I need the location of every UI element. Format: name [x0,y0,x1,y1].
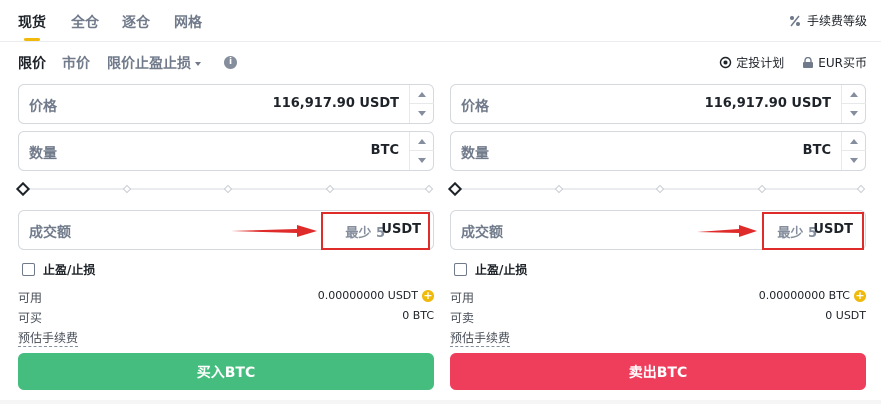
min-amount-text: 最少 5 [777,226,817,241]
tpsl-checkbox[interactable] [454,263,467,276]
order-type-stop-limit[interactable]: 限价止盈止损 [107,53,201,73]
buy-btc-button[interactable]: 买入BTC [18,353,434,390]
slider-node[interactable] [757,184,767,194]
increment-button[interactable] [410,132,434,151]
sell-quantity-input[interactable]: 数量 BTC [450,131,866,171]
buy-panel: 价格 116,917.90 USDT 数量 BTC 成交额 最少 5 USDT … [15,84,434,394]
chevron-down-icon [195,62,201,66]
gear-icon [720,56,732,69]
total-label: 成交额 [461,225,503,241]
quantity-stepper[interactable] [841,132,866,170]
available-label: 可用 [18,291,43,305]
dca-plan-label: 定投计划 [736,56,785,70]
eur-buy-label: EUR买币 [818,56,867,70]
sell-btc-button[interactable]: 卖出BTC [450,353,866,390]
quantity-unit: BTC [370,143,399,158]
sell-tpsl-option[interactable]: 止盈/止损 [454,261,527,278]
decrement-button[interactable] [410,151,434,170]
price-value: 116,917.90 USDT [272,96,399,111]
plus-icon[interactable]: + [854,289,866,302]
sell-amount-slider[interactable] [447,181,866,197]
top-tabs: 现货 全仓 逐仓 网格 手续费等级 [0,0,881,42]
quantity-stepper[interactable] [409,132,434,170]
chevron-down-icon [418,158,426,163]
tpsl-checkbox[interactable] [22,263,35,276]
fee-level-label: 手续费等级 [806,14,867,28]
price-stepper[interactable] [841,85,866,123]
estimated-fee-label[interactable]: 预估手续费 [450,329,511,347]
can-buy-label: 可买 [18,311,43,325]
quantity-label: 数量 [29,146,57,162]
chevron-up-icon [850,91,858,97]
buy-tpsl-option[interactable]: 止盈/止损 [22,261,95,278]
quantity-label: 数量 [461,146,489,162]
sell-total-input[interactable]: 成交额 最少 5 USDT [450,210,866,250]
chevron-up-icon [418,138,426,144]
bottom-divider [0,400,881,404]
available-value: 0.00000000 BTC [758,289,850,302]
slider-node[interactable] [655,184,665,194]
increment-button[interactable] [410,85,434,104]
total-unit: USDT [813,222,853,237]
quantity-unit: BTC [802,143,831,158]
increment-button[interactable] [842,132,866,151]
order-type-limit[interactable]: 限价 [18,53,46,73]
decrement-button[interactable] [842,104,866,123]
sell-price-input[interactable]: 价格 116,917.90 USDT [450,84,866,124]
chevron-down-icon [418,111,426,116]
eur-buy-link[interactable]: EUR买币 [802,54,867,71]
fee-level-link[interactable]: 手续费等级 [789,12,867,29]
slider-node[interactable] [122,184,132,194]
plus-icon[interactable]: + [422,289,434,302]
order-type-row: 限价 市价 限价止盈止损 i 定投计划 EUR买币 [0,52,881,74]
tab-grid[interactable]: 网格 [174,12,202,32]
slider-node[interactable] [325,184,335,194]
price-stepper[interactable] [409,85,434,123]
available-label: 可用 [450,291,475,305]
min-amount-text: 最少 5 [345,226,385,241]
lock-icon [803,56,814,68]
stop-limit-label: 限价止盈止损 [107,56,191,72]
slider-handle[interactable] [15,181,31,197]
tpsl-label: 止盈/止损 [475,263,528,277]
slider-node[interactable] [554,184,564,194]
sell-panel: 价格 116,917.90 USDT 数量 BTC 成交额 最少 5 USDT … [447,84,866,394]
tab-spot[interactable]: 现货 [18,12,46,32]
percent-icon [789,15,800,26]
price-label: 价格 [29,99,57,115]
price-label: 价格 [461,99,489,115]
tab-isolated[interactable]: 逐仓 [122,12,150,32]
dca-plan-link[interactable]: 定投计划 [719,54,784,71]
slider-node[interactable] [856,184,866,194]
annotation-arrow [697,225,757,237]
can-sell-value: 0 USDT [825,309,866,322]
slider-node[interactable] [424,184,434,194]
total-label: 成交额 [29,225,71,241]
chevron-down-icon [850,158,858,163]
buy-amount-slider[interactable] [15,181,434,197]
order-type-market[interactable]: 市价 [62,53,90,73]
buy-total-input[interactable]: 成交额 最少 5 USDT [18,210,434,250]
tpsl-label: 止盈/止损 [43,263,96,277]
annotation-arrow [231,225,317,237]
slider-node[interactable] [223,184,233,194]
active-tab-indicator [24,38,40,41]
info-icon[interactable]: i [224,56,237,69]
available-value: 0.00000000 USDT [317,289,418,302]
decrement-button[interactable] [410,104,434,123]
decrement-button[interactable] [842,151,866,170]
can-sell-label: 可卖 [450,311,475,325]
slider-handle[interactable] [447,181,463,197]
tab-cross[interactable]: 全仓 [71,12,99,32]
chevron-up-icon [850,138,858,144]
chevron-down-icon [850,111,858,116]
total-unit: USDT [381,222,421,237]
buy-price-input[interactable]: 价格 116,917.90 USDT [18,84,434,124]
chevron-up-icon [418,91,426,97]
buy-quantity-input[interactable]: 数量 BTC [18,131,434,171]
increment-button[interactable] [842,85,866,104]
price-value: 116,917.90 USDT [704,96,831,111]
estimated-fee-label[interactable]: 预估手续费 [18,329,79,347]
can-buy-value: 0 BTC [402,309,434,322]
